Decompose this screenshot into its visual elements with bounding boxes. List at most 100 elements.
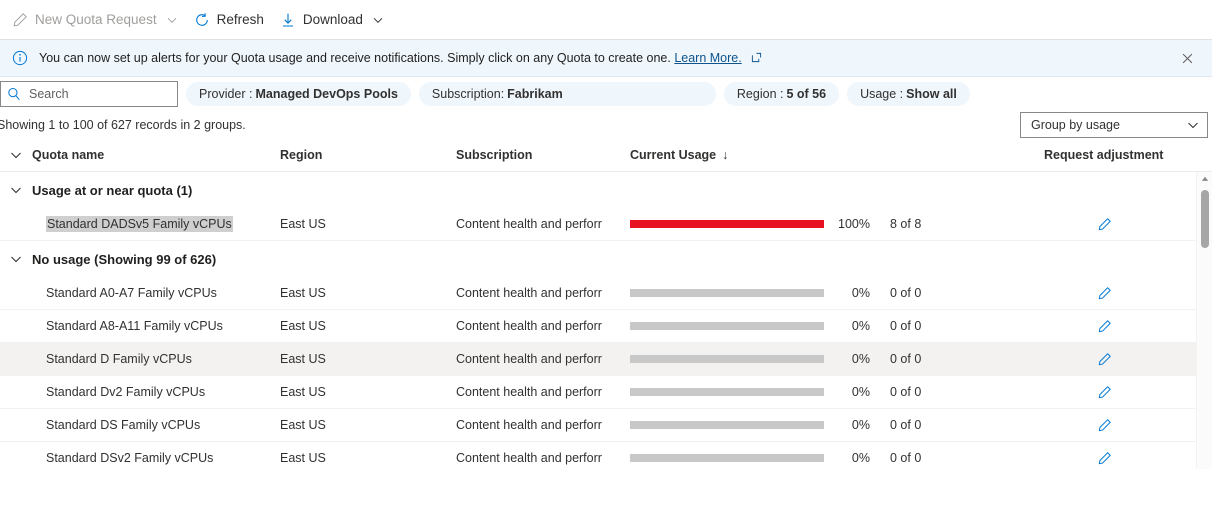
download-icon — [280, 12, 296, 28]
filter-pill-usage-value: Show all — [906, 87, 957, 101]
cell-request-adjustment[interactable] — [1028, 213, 1196, 235]
column-header-current-usage-label: Current Usage — [630, 148, 717, 162]
search-icon — [7, 87, 21, 101]
vertical-scrollbar[interactable] — [1196, 172, 1212, 469]
usage-ratio-label: 0 of 0 — [890, 451, 922, 465]
table-row[interactable]: Standard D Family vCPUs East US Content he… — [0, 343, 1196, 376]
quota-name-text: Standard D Family vCPUs — [46, 352, 192, 366]
column-header-region[interactable]: Region — [280, 148, 456, 162]
group-collapse-toggle[interactable] — [0, 253, 32, 265]
usage-bar-track — [630, 388, 824, 396]
cell-quota-name[interactable]: Standard DSv2 Family vCPUs — [32, 451, 280, 465]
table-row[interactable]: Standard DS Family vCPUs East US Content h… — [0, 409, 1196, 442]
edit-quota-pencil-icon[interactable] — [1093, 315, 1115, 337]
cell-quota-name[interactable]: Standard Dv2 Family vCPUs — [32, 385, 280, 399]
cell-subscription: Content health and perforr — [456, 451, 630, 465]
edit-quota-pencil-icon[interactable] — [1093, 447, 1115, 469]
column-header-quota-name[interactable]: Quota name — [32, 148, 280, 162]
info-icon — [12, 50, 28, 66]
cell-request-adjustment[interactable] — [1028, 282, 1196, 304]
cell-current-usage: 0% 0 of 0 — [630, 418, 1028, 432]
cell-subscription-text: Content health and perforr — [456, 451, 602, 465]
filter-pill-subscription[interactable]: Subscription: Fabrikam — [418, 82, 716, 106]
cell-subscription: Content health and perforr — [456, 418, 630, 432]
table-row[interactable]: Standard A8-A11 Family vCPUs East US Conte… — [0, 310, 1196, 343]
cell-quota-name[interactable]: Standard DS Family vCPUs — [32, 418, 280, 432]
group-by-select[interactable]: Group by usage — [1020, 112, 1208, 138]
table-row[interactable]: Standard A0-A7 Family vCPUs East US Conten… — [0, 277, 1196, 310]
filter-pill-provider-label: Provider : — [199, 87, 253, 101]
cell-quota-name[interactable]: Standard D Family vCPUs — [32, 352, 280, 366]
cell-subscription-text: Content health and perforr — [456, 217, 602, 231]
banner-close-button[interactable] — [1174, 45, 1200, 71]
usage-ratio-label: 0 of 0 — [890, 319, 922, 333]
cell-region: East US — [280, 451, 326, 465]
table-row[interactable]: Standard DADSv5 Family vCPUs East US Conte… — [0, 208, 1196, 241]
cell-quota-name[interactable]: Standard A0-A7 Family vCPUs — [32, 286, 280, 300]
scroll-up-arrow-icon[interactable] — [1197, 172, 1212, 186]
table-group-header[interactable]: Usage at or near quota (1) — [0, 172, 1196, 208]
filter-pill-provider-value: Managed DevOps Pools — [255, 87, 398, 101]
learn-more-link[interactable]: Learn More. — [674, 51, 741, 65]
cell-request-adjustment[interactable] — [1028, 381, 1196, 403]
group-collapse-toggle[interactable] — [0, 184, 32, 196]
edit-quota-pencil-icon[interactable] — [1093, 348, 1115, 370]
table-body-viewport: Usage at or near quota (1) Standard DADSv… — [0, 172, 1212, 469]
cell-subscription-text: Content health and perforr — [456, 385, 602, 399]
alerts-notification-banner: You can now set up alerts for your Quota… — [0, 40, 1212, 77]
refresh-button[interactable]: Refresh — [186, 4, 272, 36]
edit-quota-pencil-icon[interactable] — [1093, 414, 1115, 436]
usage-ratio-label: 0 of 0 — [890, 352, 922, 366]
table-group-header[interactable]: No usage (Showing 99 of 626) — [0, 241, 1196, 277]
table-row[interactable]: Standard DSv2 Family vCPUs East US Content… — [0, 442, 1196, 469]
cell-request-adjustment[interactable] — [1028, 348, 1196, 370]
usage-percent-label: 0% — [851, 385, 870, 399]
table-row[interactable]: Standard Dv2 Family vCPUs East US Content … — [0, 376, 1196, 409]
usage-percent-label: 0% — [851, 352, 870, 366]
refresh-label: Refresh — [216, 12, 264, 27]
command-bar: New Quota Request Refresh Download — [0, 0, 1212, 40]
chevron-down-icon — [1187, 119, 1199, 131]
filter-pill-region[interactable]: Region : 5 of 56 — [723, 82, 840, 106]
search-input[interactable] — [27, 86, 171, 102]
cell-quota-name[interactable]: Standard A8-A11 Family vCPUs — [32, 319, 280, 333]
cell-request-adjustment[interactable] — [1028, 315, 1196, 337]
usage-bar-track — [630, 289, 824, 297]
quota-name-text: Standard A8-A11 Family vCPUs — [46, 319, 223, 333]
cell-subscription: Content health and perforr — [456, 286, 630, 300]
cell-current-usage: 0% 0 of 0 — [630, 352, 1028, 366]
column-header-request-adjustment: Request adjustment — [1044, 148, 1164, 162]
cell-subscription: Content health and perforr — [456, 352, 630, 366]
expand-all-toggle[interactable] — [0, 149, 32, 161]
filter-pill-usage[interactable]: Usage : Show all — [847, 82, 970, 106]
cell-region: East US — [280, 319, 326, 333]
new-quota-request-button[interactable]: New Quota Request — [4, 4, 186, 36]
cell-subscription: Content health and perforr — [456, 217, 630, 231]
edit-quota-pencil-icon[interactable] — [1093, 213, 1115, 235]
cell-subscription-text: Content health and perforr — [456, 418, 602, 432]
table-body: Usage at or near quota (1) Standard DADSv… — [0, 172, 1196, 469]
record-count-text: Showing 1 to 100 of 627 records in 2 gro… — [0, 118, 246, 132]
search-box[interactable] — [0, 81, 178, 107]
cell-quota-name[interactable]: Standard DADSv5 Family vCPUs — [32, 216, 280, 232]
cell-subscription: Content health and perforr — [456, 319, 630, 333]
download-button[interactable]: Download — [272, 4, 392, 36]
quota-name-selected-text: Standard DADSv5 Family vCPUs — [46, 216, 233, 232]
usage-ratio-label: 0 of 0 — [890, 286, 922, 300]
quota-name-text: Standard A0-A7 Family vCPUs — [46, 286, 217, 300]
usage-ratio-label: 8 of 8 — [890, 217, 922, 231]
cell-current-usage: 0% 0 of 0 — [630, 385, 1028, 399]
filter-pill-subscription-value: Fabrikam — [507, 87, 563, 101]
usage-bar-track — [630, 355, 824, 363]
cell-region: East US — [280, 352, 326, 366]
column-header-current-usage[interactable]: Current Usage ↓ — [630, 148, 1044, 162]
cell-current-usage: 0% 0 of 0 — [630, 451, 1028, 465]
column-header-subscription[interactable]: Subscription — [456, 148, 630, 162]
scrollbar-thumb[interactable] — [1201, 190, 1209, 248]
filter-pill-provider[interactable]: Provider : Managed DevOps Pools — [186, 82, 411, 106]
cell-request-adjustment[interactable] — [1028, 414, 1196, 436]
usage-bar-track — [630, 454, 824, 462]
cell-request-adjustment[interactable] — [1028, 447, 1196, 469]
edit-quota-pencil-icon[interactable] — [1093, 381, 1115, 403]
edit-quota-pencil-icon[interactable] — [1093, 282, 1115, 304]
